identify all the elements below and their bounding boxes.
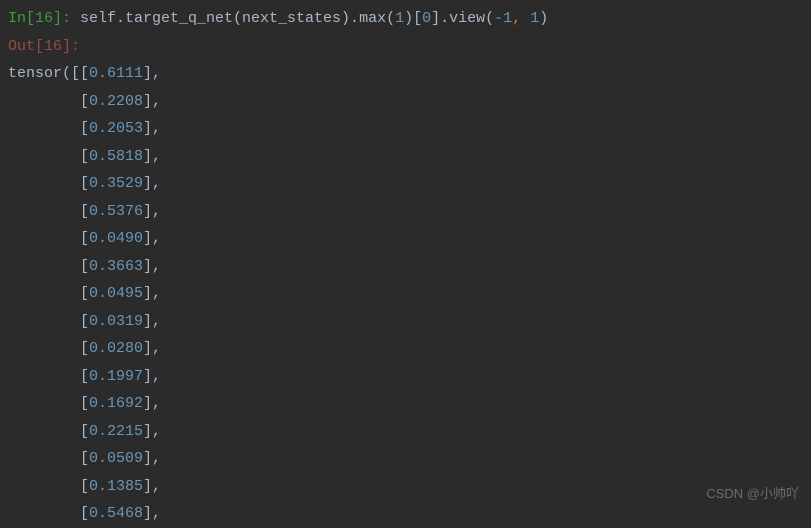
tensor-value: 0.0490 bbox=[89, 230, 143, 247]
tensor-row-close: ], bbox=[143, 450, 161, 467]
code-mid2: ].view( bbox=[431, 10, 494, 27]
tensor-row-close: ], bbox=[143, 175, 161, 192]
tensor-row-close: ], bbox=[143, 285, 161, 302]
input-line: In[16]: self.target_q_net(next_states).m… bbox=[8, 5, 803, 33]
code-prefix: self.target_q_net(next_states).max( bbox=[71, 10, 395, 27]
in-prompt: In[16]: bbox=[8, 10, 71, 27]
tensor-output: tensor([[0.6111], [0.2208], [0.2053], [0… bbox=[8, 60, 803, 528]
tensor-row-close: ], bbox=[143, 203, 161, 220]
tensor-value: 0.1385 bbox=[89, 478, 143, 495]
tensor-row-open: [ bbox=[8, 423, 89, 440]
tensor-row: [0.2215], bbox=[8, 418, 803, 446]
tensor-row-close: ], bbox=[143, 423, 161, 440]
tensor-row-open: [ bbox=[8, 230, 89, 247]
tensor-row-open: [ bbox=[8, 505, 89, 522]
tensor-row-close: ], bbox=[143, 340, 161, 357]
tensor-row-open: [ bbox=[8, 368, 89, 385]
tensor-row: [0.1692], bbox=[8, 390, 803, 418]
tensor-row-open: [ bbox=[8, 258, 89, 275]
tensor-row-close: ], bbox=[143, 120, 161, 137]
code-arg4: 1 bbox=[530, 10, 539, 27]
tensor-value: 0.5376 bbox=[89, 203, 143, 220]
tensor-value: 0.3663 bbox=[89, 258, 143, 275]
code-arg1: 1 bbox=[395, 10, 404, 27]
code-arg3: -1 bbox=[494, 10, 512, 27]
tensor-row: [0.3529], bbox=[8, 170, 803, 198]
tensor-row-open: [ bbox=[8, 340, 89, 357]
tensor-row-open: [ bbox=[8, 175, 89, 192]
tensor-row: tensor([[0.6111], bbox=[8, 60, 803, 88]
tensor-row: [0.0280], bbox=[8, 335, 803, 363]
tensor-row-open: [ bbox=[8, 148, 89, 165]
tensor-value: 0.6111 bbox=[89, 65, 143, 82]
tensor-row-close: ], bbox=[143, 505, 161, 522]
tensor-row-open: [ bbox=[8, 285, 89, 302]
tensor-row: [0.3663], bbox=[8, 253, 803, 281]
tensor-row-close: ], bbox=[143, 368, 161, 385]
tensor-row-close: ], bbox=[143, 395, 161, 412]
out-prompt: Out[16]: bbox=[8, 38, 80, 55]
tensor-row-open: [ bbox=[8, 120, 89, 137]
tensor-row-open: [ bbox=[8, 450, 89, 467]
tensor-value: 0.1997 bbox=[89, 368, 143, 385]
tensor-row-close: ], bbox=[143, 258, 161, 275]
tensor-row: [0.0495], bbox=[8, 280, 803, 308]
tensor-row-open: [ bbox=[8, 395, 89, 412]
output-prompt-line: Out[16]: bbox=[8, 33, 803, 61]
tensor-value: 0.5468 bbox=[89, 505, 143, 522]
tensor-row-close: ], bbox=[143, 148, 161, 165]
tensor-row: [0.2053], bbox=[8, 115, 803, 143]
tensor-value: 0.2053 bbox=[89, 120, 143, 137]
tensor-row-open: [ bbox=[8, 478, 89, 495]
tensor-value: 0.2215 bbox=[89, 423, 143, 440]
tensor-row-close: ], bbox=[143, 313, 161, 330]
tensor-row-open: [ bbox=[8, 203, 89, 220]
tensor-row: [0.1385], bbox=[8, 473, 803, 501]
tensor-row: [0.5468], bbox=[8, 500, 803, 528]
tensor-row: [0.5818], bbox=[8, 143, 803, 171]
tensor-value: 0.5818 bbox=[89, 148, 143, 165]
tensor-row-open: [ bbox=[8, 93, 89, 110]
tensor-row-close: ], bbox=[143, 478, 161, 495]
tensor-value: 0.0280 bbox=[89, 340, 143, 357]
tensor-row: [0.0490], bbox=[8, 225, 803, 253]
code-comma: , bbox=[512, 10, 521, 27]
tensor-row: [0.0319], bbox=[8, 308, 803, 336]
tensor-value: 0.2208 bbox=[89, 93, 143, 110]
tensor-value: 0.3529 bbox=[89, 175, 143, 192]
tensor-row: [0.1997], bbox=[8, 363, 803, 391]
code-space bbox=[521, 10, 530, 27]
tensor-row: [0.5376], bbox=[8, 198, 803, 226]
tensor-row-close: ], bbox=[143, 93, 161, 110]
code-suffix: ) bbox=[539, 10, 548, 27]
tensor-row-open: [ bbox=[8, 313, 89, 330]
code-mid1: )[ bbox=[404, 10, 422, 27]
tensor-row-close: ], bbox=[143, 65, 161, 82]
tensor-open: tensor([[ bbox=[8, 65, 89, 82]
tensor-value: 0.0319 bbox=[89, 313, 143, 330]
tensor-row-close: ], bbox=[143, 230, 161, 247]
tensor-value: 0.0509 bbox=[89, 450, 143, 467]
tensor-value: 0.0495 bbox=[89, 285, 143, 302]
tensor-row: [0.2208], bbox=[8, 88, 803, 116]
code-arg2: 0 bbox=[422, 10, 431, 27]
tensor-value: 0.1692 bbox=[89, 395, 143, 412]
tensor-row: [0.0509], bbox=[8, 445, 803, 473]
watermark: CSDN @小帅吖 bbox=[706, 480, 799, 508]
